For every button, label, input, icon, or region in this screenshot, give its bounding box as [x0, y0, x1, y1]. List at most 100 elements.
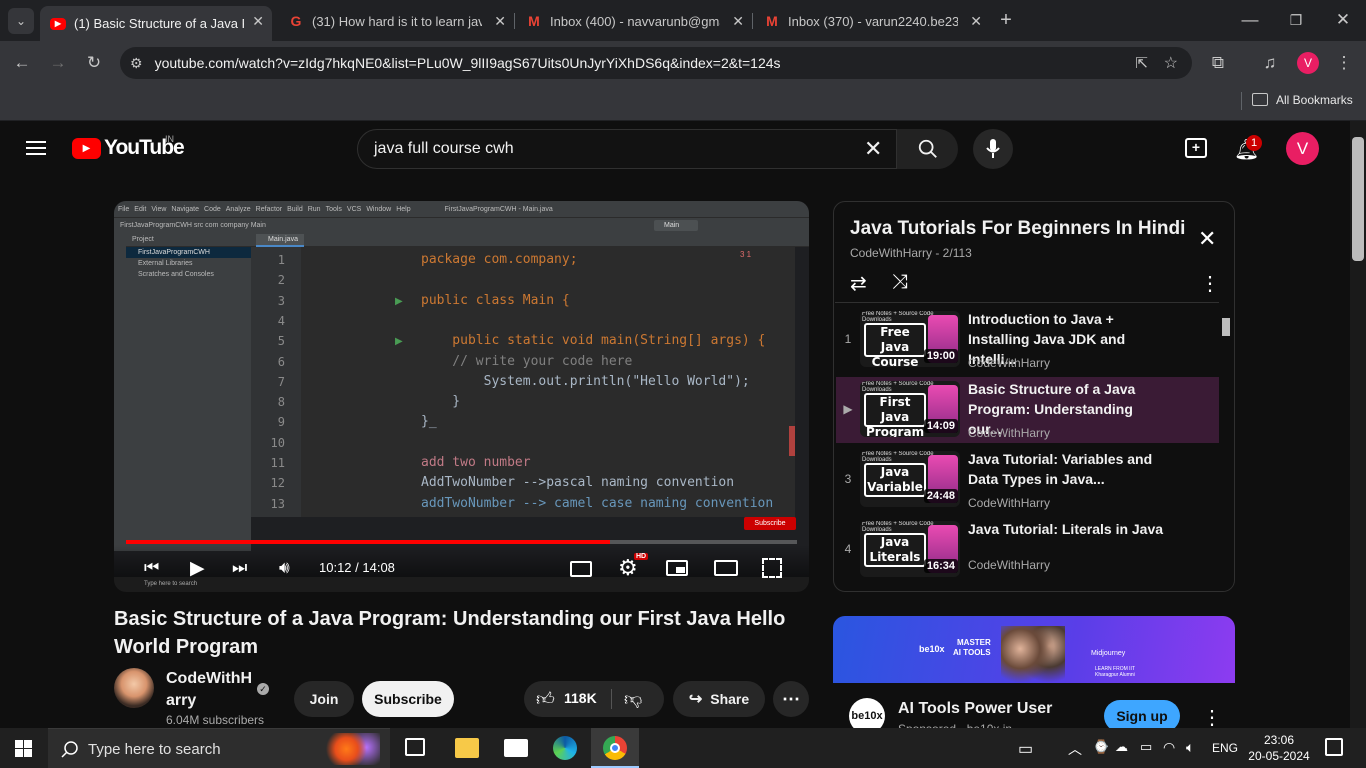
forward-icon[interactable]: → [46, 51, 70, 75]
windows-start-icon[interactable] [15, 740, 32, 757]
close-playlist-icon[interactable]: ✕ [1198, 226, 1216, 252]
video-player[interactable]: File Edit View Navigate Code Analyze Refactor B… [114, 201, 809, 592]
playlist-thumbnail[interactable]: Free Notes + Source Code Downloads First … [860, 381, 960, 437]
ide-menu-item: File [118, 205, 130, 213]
account-avatar[interactable]: V [1286, 132, 1319, 165]
taskbar-search-placeholder[interactable]: Type here to search [88, 741, 221, 758]
more-actions-button[interactable]: ⋯ [773, 681, 809, 717]
ad-banner[interactable]: be10x MASTER AI TOOLS Midjourney LEARN F… [833, 616, 1235, 683]
clear-search-icon[interactable]: ✕ [864, 136, 882, 162]
youtube-logo-icon[interactable]: ▶ [72, 138, 101, 159]
address-bar[interactable]: ⚙ youtube.com/watch?v=zIdg7hkqNE0&list=P… [120, 47, 1192, 79]
ad-menu-icon[interactable]: ⋮ [1202, 705, 1222, 730]
playlist-thumbnail[interactable]: Free Notes + Source Code Downloads [860, 591, 960, 592]
window-close-icon[interactable]: ✕ [1331, 8, 1355, 32]
search-button[interactable] [896, 129, 958, 169]
close-icon[interactable]: ✕ [494, 13, 506, 30]
volume-icon[interactable]: 🔈︎ [1186, 739, 1194, 756]
show-hidden-icons[interactable]: ︿ [1068, 739, 1082, 759]
profile-avatar[interactable]: V [1297, 52, 1319, 74]
previous-icon[interactable]: ⏮︎ [144, 558, 159, 578]
onedrive-icon[interactable]: ☁ [1115, 739, 1128, 755]
close-icon[interactable]: ✕ [252, 13, 264, 30]
shuffle-icon[interactable]: ⤨ [892, 271, 908, 294]
ide-menu-item: Navigate [171, 205, 200, 213]
site-info-icon[interactable]: ⚙ [130, 55, 143, 72]
ide-code-line: addTwoNumber --> camel case naming conve… [421, 495, 774, 511]
chrome-taskbar-button[interactable] [591, 728, 639, 768]
subtitles-icon[interactable] [570, 561, 592, 577]
edge-browser-icon[interactable] [553, 736, 577, 760]
file-explorer-icon[interactable] [455, 738, 479, 758]
new-tab-button[interactable]: + [994, 8, 1018, 32]
clock[interactable]: 23:06 20-05-2024 [1248, 732, 1310, 764]
playlist-thumbnail[interactable]: Free Notes + Source Code Downloads Java L… [860, 521, 960, 577]
reload-icon[interactable]: ↻ [82, 51, 106, 75]
playlist-thumbnail[interactable]: Free Notes + Source Code Downloads Free J… [860, 311, 960, 367]
news-widget-icon[interactable]: ▭ [1018, 739, 1033, 759]
channel-name[interactable]: CodeWithH arry [166, 668, 252, 712]
volume-icon[interactable]: 🔊︎ [279, 558, 290, 578]
task-view-icon[interactable] [405, 738, 425, 756]
loop-icon[interactable]: ⇄ [850, 271, 867, 296]
progress-bar[interactable] [126, 540, 797, 544]
playlist-item[interactable]: ▶ Free Notes + Source Code Downloads First… [836, 377, 1219, 443]
mail-icon[interactable] [504, 739, 528, 757]
tab-gmail-2[interactable]: M Inbox (370) - varun2240.be23@ ✕ [754, 6, 990, 36]
next-icon[interactable]: ⏭︎ [232, 558, 247, 578]
playlist-item[interactable]: Free Notes + Source Code Downloads Java T… [836, 587, 1219, 592]
miniplayer-icon[interactable] [666, 560, 688, 576]
theater-mode-icon[interactable] [714, 560, 738, 576]
minimize-icon[interactable]: — [1238, 8, 1262, 32]
ad-title[interactable]: AI Tools Power User [898, 700, 1052, 718]
tray-app-icon[interactable]: ⌚ [1093, 739, 1109, 755]
search-input[interactable]: java full course cwh [374, 140, 514, 158]
subscribe-button[interactable]: Subscribe [362, 681, 454, 717]
join-button[interactable]: Join [294, 681, 354, 717]
tab-search-icon[interactable]: ⌄ [8, 8, 34, 34]
tab-gmail-1[interactable]: M Inbox (400) - navvarunb@gmail ✕ [516, 6, 752, 36]
media-control-icon[interactable]: ♫ [1258, 51, 1282, 75]
ide-code-line: }_ [421, 414, 437, 430]
voice-search-button[interactable] [973, 129, 1013, 169]
tab-youtube[interactable]: ▶ (1) Basic Structure of a Java Prog ✕ [40, 6, 272, 41]
close-icon[interactable]: ✕ [970, 13, 982, 30]
like-icon[interactable]: 👍︎ [536, 688, 555, 710]
bookmark-star-icon[interactable]: ☆ [1164, 53, 1178, 73]
menu-kebab-icon[interactable]: ⋮ [1332, 51, 1356, 75]
playlist-thumbnail[interactable]: Free Notes + Source Code Downloads Java V… [860, 451, 960, 507]
channel-avatar[interactable] [114, 668, 154, 708]
open-in-app-icon[interactable]: ⇱ [1135, 54, 1148, 72]
restore-icon[interactable]: ❐ [1284, 8, 1308, 32]
create-video-icon[interactable]: + [1185, 138, 1207, 158]
like-count[interactable]: 118K [564, 690, 597, 706]
fullscreen-icon[interactable] [762, 558, 782, 578]
ide-line-number: 7 [277, 374, 285, 389]
page-scrollbar[interactable] [1350, 121, 1366, 728]
back-icon[interactable]: ← [10, 51, 34, 75]
playlist-scrollbar[interactable] [1219, 302, 1233, 591]
playlist-item-title[interactable]: Java Tutorial: Getting User [968, 589, 1168, 591]
wifi-icon[interactable]: ◠ [1163, 739, 1175, 756]
language-indicator[interactable]: ENG [1212, 741, 1238, 755]
battery-icon[interactable]: ▭ [1140, 739, 1152, 755]
extensions-icon[interactable]: ⧉ [1206, 51, 1230, 75]
playlist-item[interactable]: 3 Free Notes + Source Code Downloads Java … [836, 447, 1219, 513]
all-bookmarks-link[interactable]: All Bookmarks [1276, 93, 1353, 107]
share-button[interactable]: ↪ Share [673, 681, 765, 717]
playlist-item-title[interactable]: Java Tutorial: Variables and Data Types … [968, 449, 1168, 489]
playlist-item-title[interactable]: Java Tutorial: Literals in Java [968, 519, 1168, 539]
url-text[interactable]: youtube.com/watch?v=zIdg7hkqNE0&list=PLu… [155, 55, 781, 71]
playlist-title[interactable]: Java Tutorials For Beginners In Hindi [850, 218, 1185, 240]
playlist-item[interactable]: 4 Free Notes + Source Code Downloads Java … [836, 517, 1219, 583]
dislike-icon[interactable]: 👎︎ [624, 688, 642, 710]
playlist-menu-icon[interactable]: ⋮ [1200, 271, 1220, 296]
search-box[interactable]: java full course cwh ✕ [357, 129, 958, 169]
play-icon[interactable]: ▶ [190, 557, 205, 580]
hamburger-menu-icon[interactable] [26, 141, 46, 155]
tab-quora[interactable]: G (31) How hard is it to learn java ✕ [278, 6, 514, 36]
close-icon[interactable]: ✕ [732, 13, 744, 30]
playlist-item[interactable]: 1 Free Notes + Source Code Downloads Free … [836, 307, 1219, 373]
taskbar-search-box[interactable]: Type here to search [48, 728, 390, 768]
notification-center-icon[interactable] [1325, 738, 1343, 756]
